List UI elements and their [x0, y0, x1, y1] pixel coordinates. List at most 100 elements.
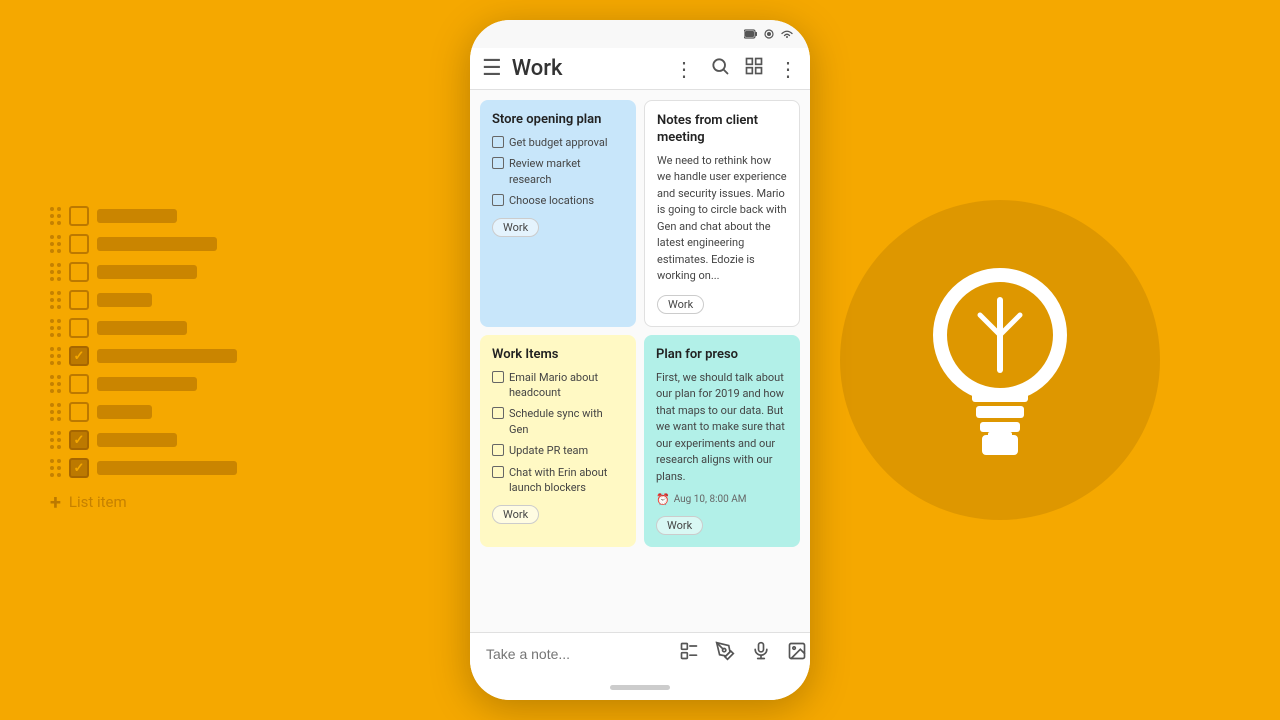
mini-checkbox — [492, 157, 504, 169]
mini-checkbox — [492, 136, 504, 148]
checkbox[interactable] — [69, 458, 89, 478]
note-label: Work — [492, 218, 539, 237]
mini-checkbox — [492, 371, 504, 383]
mini-checkbox — [492, 194, 504, 206]
item-text: Update PR team — [509, 443, 588, 458]
drag-handle — [50, 403, 61, 421]
list-item — [50, 374, 237, 394]
menu-icon[interactable]: ☰ — [482, 56, 502, 81]
phone-home-bar — [470, 674, 810, 700]
list-item — [50, 290, 237, 310]
note-title: Plan for preso — [656, 347, 788, 364]
take-note-row — [486, 641, 794, 666]
note-label: Work — [492, 505, 539, 524]
item-bar — [97, 405, 152, 419]
checkbox[interactable] — [69, 206, 89, 226]
take-note-input[interactable] — [486, 646, 667, 662]
item-text: Choose locations — [509, 193, 594, 208]
checkbox[interactable] — [69, 234, 89, 254]
drag-handle — [50, 347, 61, 365]
list-item — [50, 206, 237, 226]
list-item — [50, 318, 237, 338]
note-title: Work Items — [492, 347, 624, 364]
item-text: Get budget approval — [509, 135, 608, 150]
lightbulb-icon — [920, 260, 1080, 460]
mic-icon[interactable] — [751, 641, 771, 666]
status-bar — [470, 20, 810, 48]
note-item: Get budget approval — [492, 135, 624, 150]
phone-screen: ☰ Work ⋮ ⋮ — [470, 20, 810, 700]
mini-checkbox — [492, 407, 504, 419]
drag-handle — [50, 291, 61, 309]
list-item — [50, 234, 237, 254]
header-icons: ⋮ — [710, 56, 798, 81]
list-item — [50, 458, 237, 478]
item-bar — [97, 377, 197, 391]
note-item: Chat with Erin about launch blockers — [492, 465, 624, 496]
item-text: Chat with Erin about launch blockers — [509, 465, 624, 496]
item-text: Review market research — [509, 156, 624, 187]
home-bar-line — [610, 685, 670, 690]
note-item: Schedule sync with Gen — [492, 406, 624, 437]
note-client-meeting[interactable]: Notes from client meeting We need to ret… — [644, 100, 800, 327]
notes-grid: Store opening plan Get budget approval R… — [470, 90, 810, 632]
checkbox[interactable] — [69, 290, 89, 310]
list-item — [50, 402, 237, 422]
checkbox[interactable] — [69, 262, 89, 282]
search-icon[interactable] — [710, 56, 730, 81]
layout-icon[interactable] — [744, 56, 764, 81]
item-text: Schedule sync with Gen — [509, 406, 624, 437]
add-icon: + — [50, 490, 61, 514]
note-item: Review market research — [492, 156, 624, 187]
item-bar — [97, 265, 197, 279]
drag-handle — [50, 263, 61, 281]
bottom-icons — [679, 641, 807, 666]
list-item — [50, 262, 237, 282]
checkbox[interactable] — [69, 318, 89, 338]
app-header: ☰ Work ⋮ ⋮ — [470, 48, 810, 90]
item-bar — [97, 349, 237, 363]
note-plan-preso[interactable]: Plan for preso First, we should talk abo… — [644, 335, 800, 547]
wifi-icon — [780, 29, 794, 39]
add-item-row[interactable]: + List item — [50, 490, 237, 514]
image-icon[interactable] — [787, 641, 807, 666]
more-icon-header[interactable]: ⋮ — [674, 57, 694, 81]
note-body: We need to rethink how we handle user ex… — [657, 153, 787, 285]
checkbox[interactable] — [69, 346, 89, 366]
note-time: ⏰ Aug 10, 8:00 AM — [656, 493, 788, 506]
drag-handle — [50, 431, 61, 449]
item-bar — [97, 237, 217, 251]
note-item: Update PR team — [492, 443, 624, 458]
drag-handle — [50, 319, 61, 337]
checkbox[interactable] — [69, 402, 89, 422]
item-bar — [97, 321, 187, 335]
new-checklist-icon[interactable] — [679, 641, 699, 666]
note-item: Email Mario about headcount — [492, 370, 624, 401]
note-work-items[interactable]: Work Items Email Mario about headcount S… — [480, 335, 636, 547]
note-body: First, we should talk about our plan for… — [656, 370, 788, 486]
note-label: Work — [656, 516, 703, 535]
clock-icon: ⏰ — [656, 493, 670, 506]
app-bottom-bar — [470, 632, 810, 674]
add-item-label: List item — [69, 493, 127, 511]
left-checklist: + List item — [50, 206, 237, 514]
item-bar — [97, 293, 152, 307]
item-bar — [97, 209, 177, 223]
item-text: Email Mario about headcount — [509, 370, 624, 401]
signal-icon — [764, 29, 774, 39]
note-time-text: Aug 10, 8:00 AM — [674, 494, 747, 505]
drag-handle — [50, 207, 61, 225]
drag-handle — [50, 235, 61, 253]
drag-handle — [50, 459, 61, 477]
list-item — [50, 346, 237, 366]
mini-checkbox — [492, 444, 504, 456]
item-bar — [97, 461, 237, 475]
mini-checkbox — [492, 466, 504, 478]
checkbox[interactable] — [69, 374, 89, 394]
draw-icon[interactable] — [715, 641, 735, 666]
note-item: Choose locations — [492, 193, 624, 208]
note-store-plan[interactable]: Store opening plan Get budget approval R… — [480, 100, 636, 327]
list-item — [50, 430, 237, 450]
checkbox[interactable] — [69, 430, 89, 450]
more-icon[interactable]: ⋮ — [778, 57, 798, 81]
